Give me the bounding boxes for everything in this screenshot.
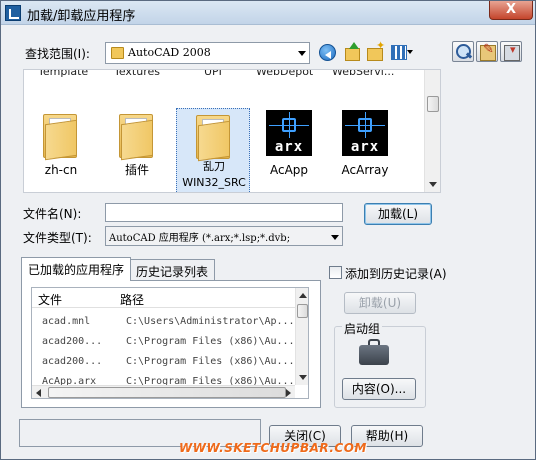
column-file[interactable]: 文件 <box>38 291 62 308</box>
list-header: 文件 路径 <box>32 288 295 308</box>
scroll-right-icon[interactable] <box>286 389 291 397</box>
filetype-value: AutoCAD 应用程序 (*.arx;*.lsp;*.dvb; <box>109 233 291 244</box>
item-label: 插件 <box>124 163 149 177</box>
new-folder-icon[interactable] <box>365 39 385 62</box>
scrollbar-thumb[interactable] <box>297 304 308 318</box>
briefcase-icon <box>359 339 389 365</box>
contents-button[interactable]: 内容(O)... <box>342 378 416 400</box>
window-title: 加载/卸载应用程序 <box>27 9 136 24</box>
list-item[interactable]: Textures <box>114 70 160 78</box>
filename-label: 文件名(N): <box>23 207 82 221</box>
arx-item-acarray[interactable]: arx AcArray <box>328 104 402 192</box>
arx-item-acapp[interactable]: arx AcApp <box>252 104 326 192</box>
lookin-label: 查找范围(I): <box>25 47 90 61</box>
item-label: AcArray <box>341 163 389 177</box>
folder-item-plugins[interactable]: 插件 <box>100 104 174 192</box>
unload-button[interactable]: 卸载(U) <box>344 292 416 314</box>
table-row[interactable]: acad.mnl C:\Users\Administrator\Ap... <box>32 312 295 332</box>
folder-icon <box>196 113 232 162</box>
table-row[interactable]: acad200... C:\Program Files (x86)\Au... <box>32 332 295 352</box>
views-icon[interactable] <box>390 42 414 62</box>
scrollbar-thumb[interactable] <box>427 96 439 112</box>
tab-history-list[interactable]: 历史记录列表 <box>129 259 216 281</box>
up-folder-icon[interactable] <box>342 42 362 62</box>
loaded-apps-list[interactable]: 文件 路径 acad.mnl C:\Users\Administrator\Ap.… <box>31 287 309 399</box>
item-label: AcApp <box>269 163 309 177</box>
list-item[interactable]: WebServi... <box>332 70 394 78</box>
lookin-dropdown[interactable]: AutoCAD 2008 <box>105 42 310 64</box>
scroll-left-icon[interactable] <box>36 389 41 397</box>
list-item[interactable]: UPI <box>204 70 222 78</box>
title-bar: 加载/卸载应用程序 X <box>1 1 535 25</box>
load-button[interactable]: 加载(L) <box>364 203 432 225</box>
load-unload-dialog: 加载/卸载应用程序 X 查找范围(I): AutoCAD 2008 Templa… <box>0 0 536 460</box>
list-vscrollbar[interactable] <box>295 288 308 385</box>
chevron-down-icon <box>298 51 306 56</box>
tools-icon[interactable] <box>500 41 522 62</box>
filetype-dropdown[interactable]: AutoCAD 应用程序 (*.arx;*.lsp;*.dvb; <box>105 226 343 246</box>
arx-file-icon: arx <box>266 110 312 156</box>
tab-loaded-apps[interactable]: 已加载的应用程序 <box>21 257 132 281</box>
filename-input[interactable] <box>105 203 343 222</box>
folder-item-zh-cn[interactable]: zh-cn <box>24 104 98 192</box>
item-label: zh-cn <box>44 163 78 177</box>
folder-icon <box>43 112 79 161</box>
item-label: 乱刀 WIN32_SRC <box>182 160 246 189</box>
folder-icon <box>119 112 155 161</box>
file-list[interactable]: Template Textures UPI WebDepot WebServi.… <box>23 69 441 193</box>
scroll-up-icon[interactable] <box>299 293 307 298</box>
scroll-down-icon[interactable] <box>299 375 307 380</box>
folder-icon <box>111 47 124 59</box>
list-item[interactable]: WebDepot <box>256 70 313 78</box>
add-history-label: 添加到历史记录(A) <box>345 267 447 281</box>
startup-group-label: 启动组 <box>342 320 383 337</box>
list-hscrollbar[interactable] <box>32 385 295 398</box>
search-web-icon[interactable] <box>476 41 498 62</box>
find-icon[interactable] <box>452 41 474 62</box>
list-item[interactable]: Template <box>38 70 88 78</box>
scroll-down-icon[interactable] <box>429 182 437 187</box>
autocad-app-icon <box>5 5 21 21</box>
lookin-value: AutoCAD 2008 <box>128 46 211 59</box>
table-row[interactable]: acad200... C:\Program Files (x86)\Au... <box>32 352 295 372</box>
close-window-button[interactable]: X <box>489 1 533 20</box>
cut-off-row: Template Textures UPI WebDepot WebServi.… <box>24 70 424 80</box>
chevron-down-icon <box>331 235 339 240</box>
back-icon[interactable] <box>319 44 336 61</box>
column-path[interactable]: 路径 <box>120 291 144 308</box>
scrollbar-thumb[interactable] <box>48 387 286 398</box>
add-history-checkbox[interactable] <box>329 266 342 279</box>
watermark: WWW.SKETCHUPBAR.COM <box>179 441 367 455</box>
folder-item-win32-src[interactable]: 乱刀 WIN32_SRC <box>176 108 250 192</box>
arx-file-icon: arx <box>342 110 388 156</box>
filetype-label: 文件类型(T): <box>23 231 92 245</box>
file-list-scrollbar[interactable] <box>424 70 440 192</box>
